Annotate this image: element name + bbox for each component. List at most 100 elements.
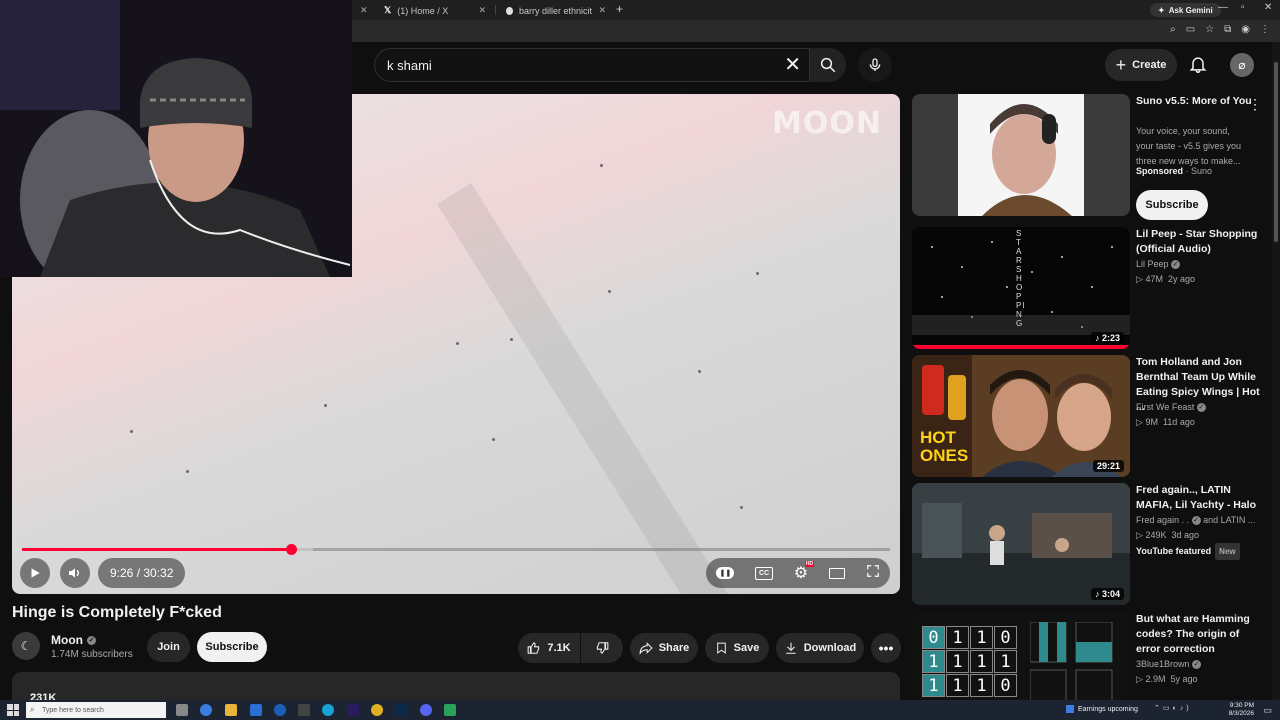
tab-close-partial[interactable]: ✕ [352,2,368,19]
toolbar-icons: ⌕ ▭ ☆ ⧉ ◉ ⋮ [1170,24,1270,35]
taskbar-search-placeholder: Type here to search [42,706,104,714]
progress-bar[interactable] [22,544,890,555]
spotify-icon[interactable] [444,704,456,716]
play-button[interactable] [20,558,50,588]
video-thumbnail[interactable]: STARSHOPPING ♪ 2:23 [912,227,1130,349]
weather-widget[interactable]: Earnings upcoming [1066,705,1138,713]
channel-avatar[interactable]: ☾ [12,632,40,660]
fullscreen-button[interactable] [866,564,880,583]
maximize-icon[interactable]: ▫ [1241,2,1245,13]
kebab-menu-icon[interactable]: ⋮ [1248,96,1262,113]
theater-mode-button[interactable] [828,567,845,579]
premiere-pro-icon[interactable] [347,704,359,716]
video-title[interactable]: Lil Peep - Star Shopping (Official Audio… [1136,227,1266,257]
subscribe-button[interactable]: Subscribe [197,632,267,662]
close-icon[interactable]: ✕ [598,5,606,16]
duration-label: 3:04 [1101,589,1120,599]
save-button[interactable]: Save [705,633,769,663]
sidebar-ad-card[interactable]: Suno v5.5: More of You Your voice, your … [912,94,1272,222]
menu-dots-icon[interactable]: ⋮ [1260,24,1270,35]
zoom-icon[interactable]: ⌕ [1170,24,1176,35]
share-button[interactable]: Share [630,633,698,663]
discord-icon[interactable] [420,704,432,716]
autoplay-toggle[interactable]: ❚❚ [716,567,735,579]
scrubber-handle[interactable] [285,544,297,555]
like-button[interactable]: 7.1K [518,633,580,663]
clear-search-icon[interactable]: ✕ [784,55,801,75]
edge-browser-icon[interactable] [322,704,334,716]
copilot-icon[interactable] [200,704,212,716]
ad-subscribe-button[interactable]: Subscribe [1136,190,1208,220]
search-icon: ⌕ [30,705,35,714]
create-label: Create [1132,59,1167,71]
ask-gemini-button[interactable]: ✦ Ask Gemini [1150,3,1221,17]
mute-button[interactable] [60,558,90,588]
video-channel[interactable]: 3Blue1Brown ✓ [1136,657,1202,672]
window-close-icon[interactable]: ✕ [1264,2,1272,13]
search-input[interactable] [387,57,767,73]
tab-google-search[interactable]: barry diller ethnicity - Google S ✕ [498,2,614,19]
video-channel[interactable]: First We Feast ✓ [1136,400,1206,415]
captions-button[interactable]: CC [755,566,774,580]
download-icon [786,642,796,654]
hamming-bit-cell: 1 [970,626,993,649]
video-title[interactable]: But what are Hamming codes? The origin o… [1136,612,1266,657]
video-channel[interactable]: Fred again . . ✓ and LATIN ... [1136,513,1255,528]
sidebar-video-card[interactable]: 011011111110 But what are Hamming codes?… [912,612,1272,702]
video-channel[interactable]: Lil Peep ✓ [1136,257,1181,272]
bookmark-star-icon[interactable]: ☆ [1205,24,1214,35]
more-actions-button[interactable]: ••• [871,633,901,663]
google-logo-icon [506,6,513,15]
video-thumbnail[interactable]: ♪ 3:04 [912,483,1130,605]
ad-title[interactable]: Suno v5.5: More of You [1136,94,1266,109]
store-icon[interactable] [298,704,310,716]
close-icon[interactable]: ✕ [360,5,368,16]
video-title[interactable]: Fred again.., LATIN MAFIA, Lil Yachty - … [1136,483,1266,513]
moon-avatar-icon: ☾ [20,639,32,653]
photoshop-icon[interactable] [396,704,408,716]
video-thumbnail[interactable]: HOT ONES 29:21 [912,355,1130,477]
page-scrollbar[interactable] [1272,42,1280,700]
channel-label: Fred again . . [1136,515,1190,525]
notifications-button[interactable] [1188,54,1208,79]
sidebar-video-card[interactable]: HOT ONES 29:21 Tom Holland and Jon Bernt… [912,355,1272,477]
profile-icon[interactable]: ◉ [1241,24,1250,35]
ad-thumbnail[interactable] [912,94,1130,216]
extensions-icon[interactable]: ⧉ [1224,24,1231,35]
search-box: ✕ [374,48,810,82]
account-avatar[interactable]: ⌀ [1230,53,1254,77]
music-note-icon: ♪ [1094,589,1100,599]
video-thumbnail[interactable]: 011011111110 [912,612,1130,700]
mail-icon[interactable] [250,704,262,716]
video-age: 2y ago [1167,274,1195,284]
windows-start-icon[interactable] [7,704,19,716]
taskbar-search-box[interactable]: ⌕ Type here to search [26,702,166,718]
settings-button[interactable]: ⚙ HD [794,561,815,583]
taskbar-clock[interactable]: 9:30 PM 8/3/2026 [1229,702,1254,718]
tab-x-home[interactable]: 𝕏 (1) Home / X ✕ [376,2,494,19]
chrome-browser-icon[interactable] [371,704,383,716]
task-view-icon[interactable] [176,704,188,716]
scrollbar-thumb[interactable] [1274,62,1278,242]
dislike-button[interactable] [581,633,623,663]
create-button[interactable]: + Create [1105,49,1177,81]
join-button[interactable]: Join [147,632,190,662]
tray-icons[interactable]: ⌃▭◐♪) [1154,704,1192,712]
minimize-icon[interactable]: — [1218,2,1228,13]
sidebar-video-card[interactable]: ♪ 3:04 Fred again.., LATIN MAFIA, Lil Ya… [912,483,1272,605]
close-icon[interactable]: ✕ [478,5,486,16]
onedrive-icon[interactable] [274,704,286,716]
search-icon [820,57,836,73]
cast-icon[interactable]: ▭ [1186,24,1195,35]
screen: { "browser": { "tabs": [ {"label": "(1) … [0,0,1280,720]
sidebar-video-card[interactable]: STARSHOPPING ♪ 2:23 Lil Peep - Star Shop… [912,227,1272,349]
file-explorer-icon[interactable] [225,704,237,716]
voice-search-button[interactable] [858,48,892,82]
channel-name[interactable]: Moon [51,633,83,647]
new-tab-button[interactable]: + [616,2,623,16]
search-button[interactable] [810,48,846,82]
download-button[interactable]: Download [776,633,864,663]
notification-center-icon[interactable]: ▭ [1263,705,1272,716]
studio-artwork [912,483,1130,605]
channel-name-row[interactable]: Moon ✓ [51,633,96,647]
